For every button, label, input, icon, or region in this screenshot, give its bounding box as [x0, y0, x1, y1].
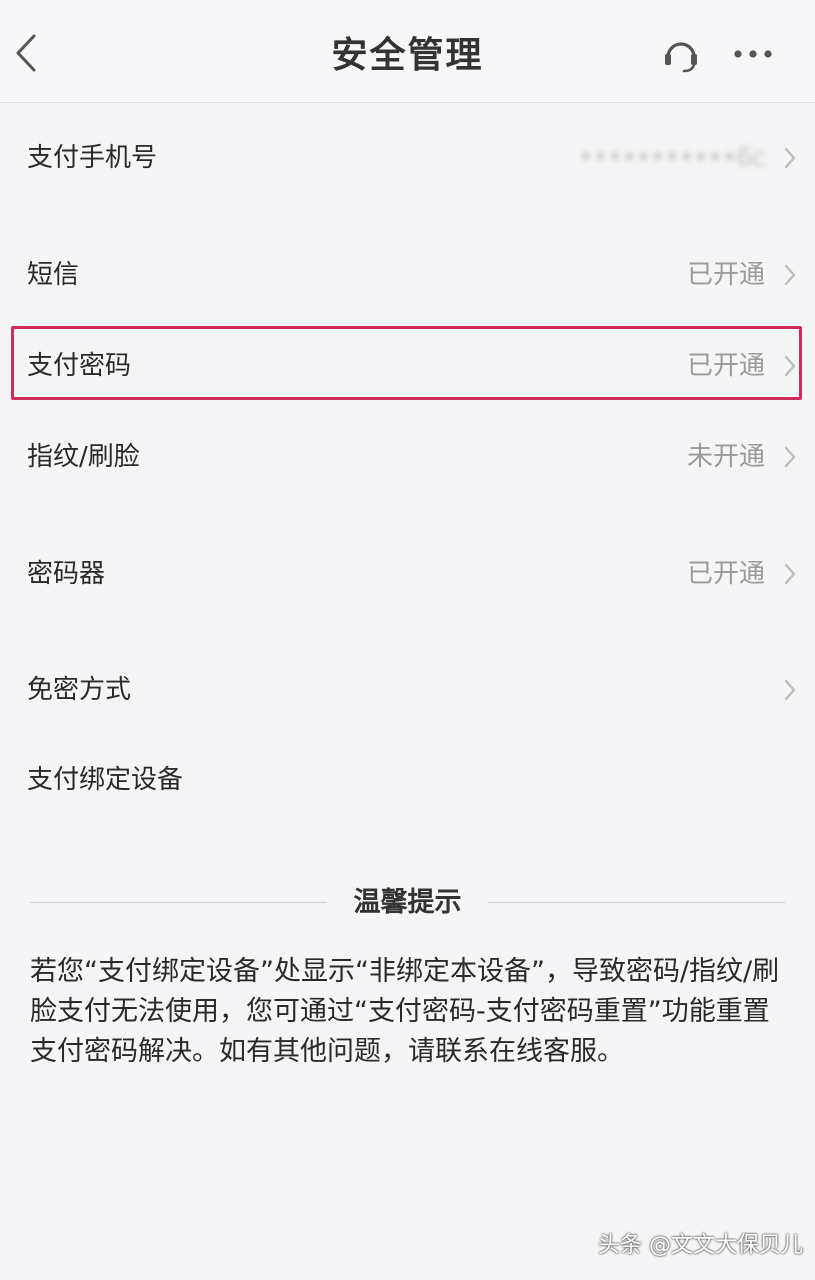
chevron-right-icon [784, 679, 796, 701]
watermark: 头条 @文文大保贝儿 [598, 1233, 803, 1258]
row-value-status: 未开通 [686, 442, 765, 472]
row-label: 免密方式 [27, 675, 132, 705]
more-button[interactable] [728, 30, 778, 78]
row-value-status: 已开通 [686, 260, 765, 290]
divider-right [488, 902, 785, 903]
row-bound-device[interactable]: 支付绑定设备 [0, 740, 815, 820]
chevron-right-icon [784, 147, 796, 169]
row-payment-phone[interactable]: 支付手机号 •••••••••••6c [0, 118, 815, 198]
customer-service-button[interactable] [657, 30, 705, 78]
tips-body: 若您“支付绑定设备”处显示“非绑定本设备”，导致密码/指纹/刷脸支付无法使用，您… [30, 956, 780, 1067]
headset-icon [665, 42, 697, 73]
tips-header: 温馨提示 [30, 878, 785, 928]
chevron-right-icon [784, 446, 796, 468]
row-label: 支付手机号 [27, 143, 158, 173]
more-dots-icon [734, 50, 772, 58]
tips-title: 温馨提示 [353, 887, 462, 918]
row-value-status: 已开通 [686, 559, 765, 589]
chevron-right-icon [784, 264, 796, 286]
row-label: 支付绑定设备 [27, 765, 184, 795]
row-password-free[interactable]: 免密方式 [0, 650, 815, 730]
row-label: 指纹/刷脸 [27, 442, 140, 472]
row-label: 密码器 [27, 559, 106, 589]
chevron-right-icon [784, 563, 796, 585]
row-password-device[interactable]: 密码器 已开通 [0, 534, 815, 614]
top-bar: 安全管理 [0, 0, 815, 103]
row-fingerprint-face[interactable]: 指纹/刷脸 未开通 [0, 417, 815, 497]
highlight-box [11, 326, 802, 400]
row-label: 短信 [27, 260, 80, 290]
row-value-masked-phone: •••••••••••6c [578, 143, 766, 173]
row-sms[interactable]: 短信 已开通 [0, 235, 815, 315]
